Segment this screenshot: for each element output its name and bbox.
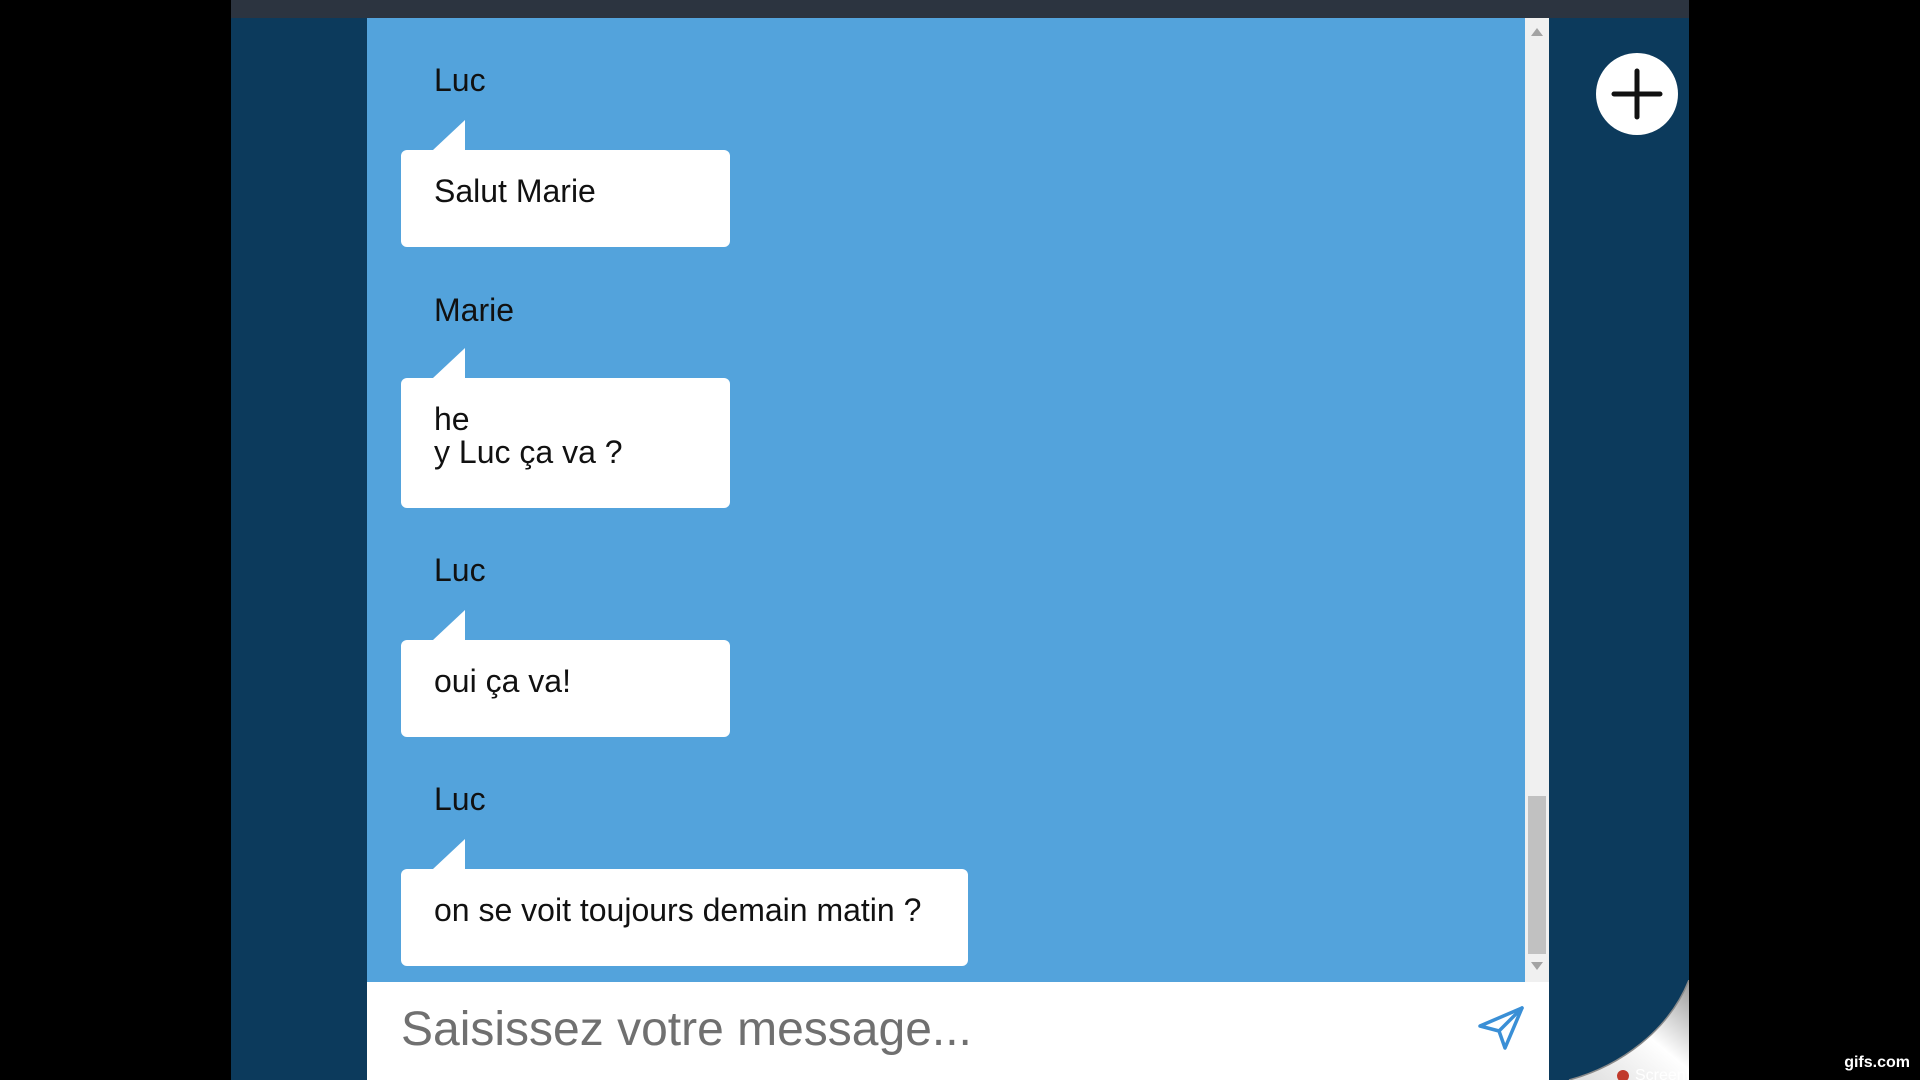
message-composer (367, 982, 1549, 1080)
watermark: gifs.com (1844, 1054, 1910, 1071)
bubble-tail (433, 610, 465, 640)
screen: Luc Salut Marie Marie he y Luc ça va ? L… (0, 0, 1920, 1080)
messages-area[interactable]: Luc Salut Marie Marie he y Luc ça va ? L… (367, 18, 1525, 982)
message-sender: Marie (434, 292, 515, 328)
message-bubble: oui ça va! (401, 640, 730, 737)
add-button[interactable] (1596, 53, 1678, 135)
page-curl: Screenp (1551, 979, 1689, 1080)
send-button[interactable] (1475, 1002, 1527, 1054)
scroll-up-arrow-icon[interactable] (1531, 28, 1543, 36)
scroll-down-arrow-icon[interactable] (1531, 962, 1543, 970)
chat-panel: Luc Salut Marie Marie he y Luc ça va ? L… (367, 18, 1549, 1080)
page-curl-label: Screenp (1635, 1067, 1689, 1080)
message-input[interactable] (401, 994, 1441, 1064)
message-bubble: he y Luc ça va ? (401, 378, 730, 508)
bubble-tail (433, 348, 465, 378)
bubble-tail (433, 120, 465, 150)
message-sender: Luc (434, 62, 486, 98)
message-bubble: on se voit toujours demain matin ? (401, 869, 968, 966)
messages-scrollbar[interactable] (1525, 18, 1549, 982)
plus-icon (1611, 68, 1663, 120)
app-frame: Luc Salut Marie Marie he y Luc ça va ? L… (231, 0, 1689, 1080)
message-bubble: Salut Marie (401, 150, 730, 247)
send-icon (1478, 1006, 1524, 1050)
message-sender: Luc (434, 552, 486, 588)
top-strip (231, 0, 1689, 18)
bubble-tail (433, 839, 465, 869)
scrollbar-thumb[interactable] (1528, 796, 1546, 954)
message-sender: Luc (434, 781, 486, 817)
